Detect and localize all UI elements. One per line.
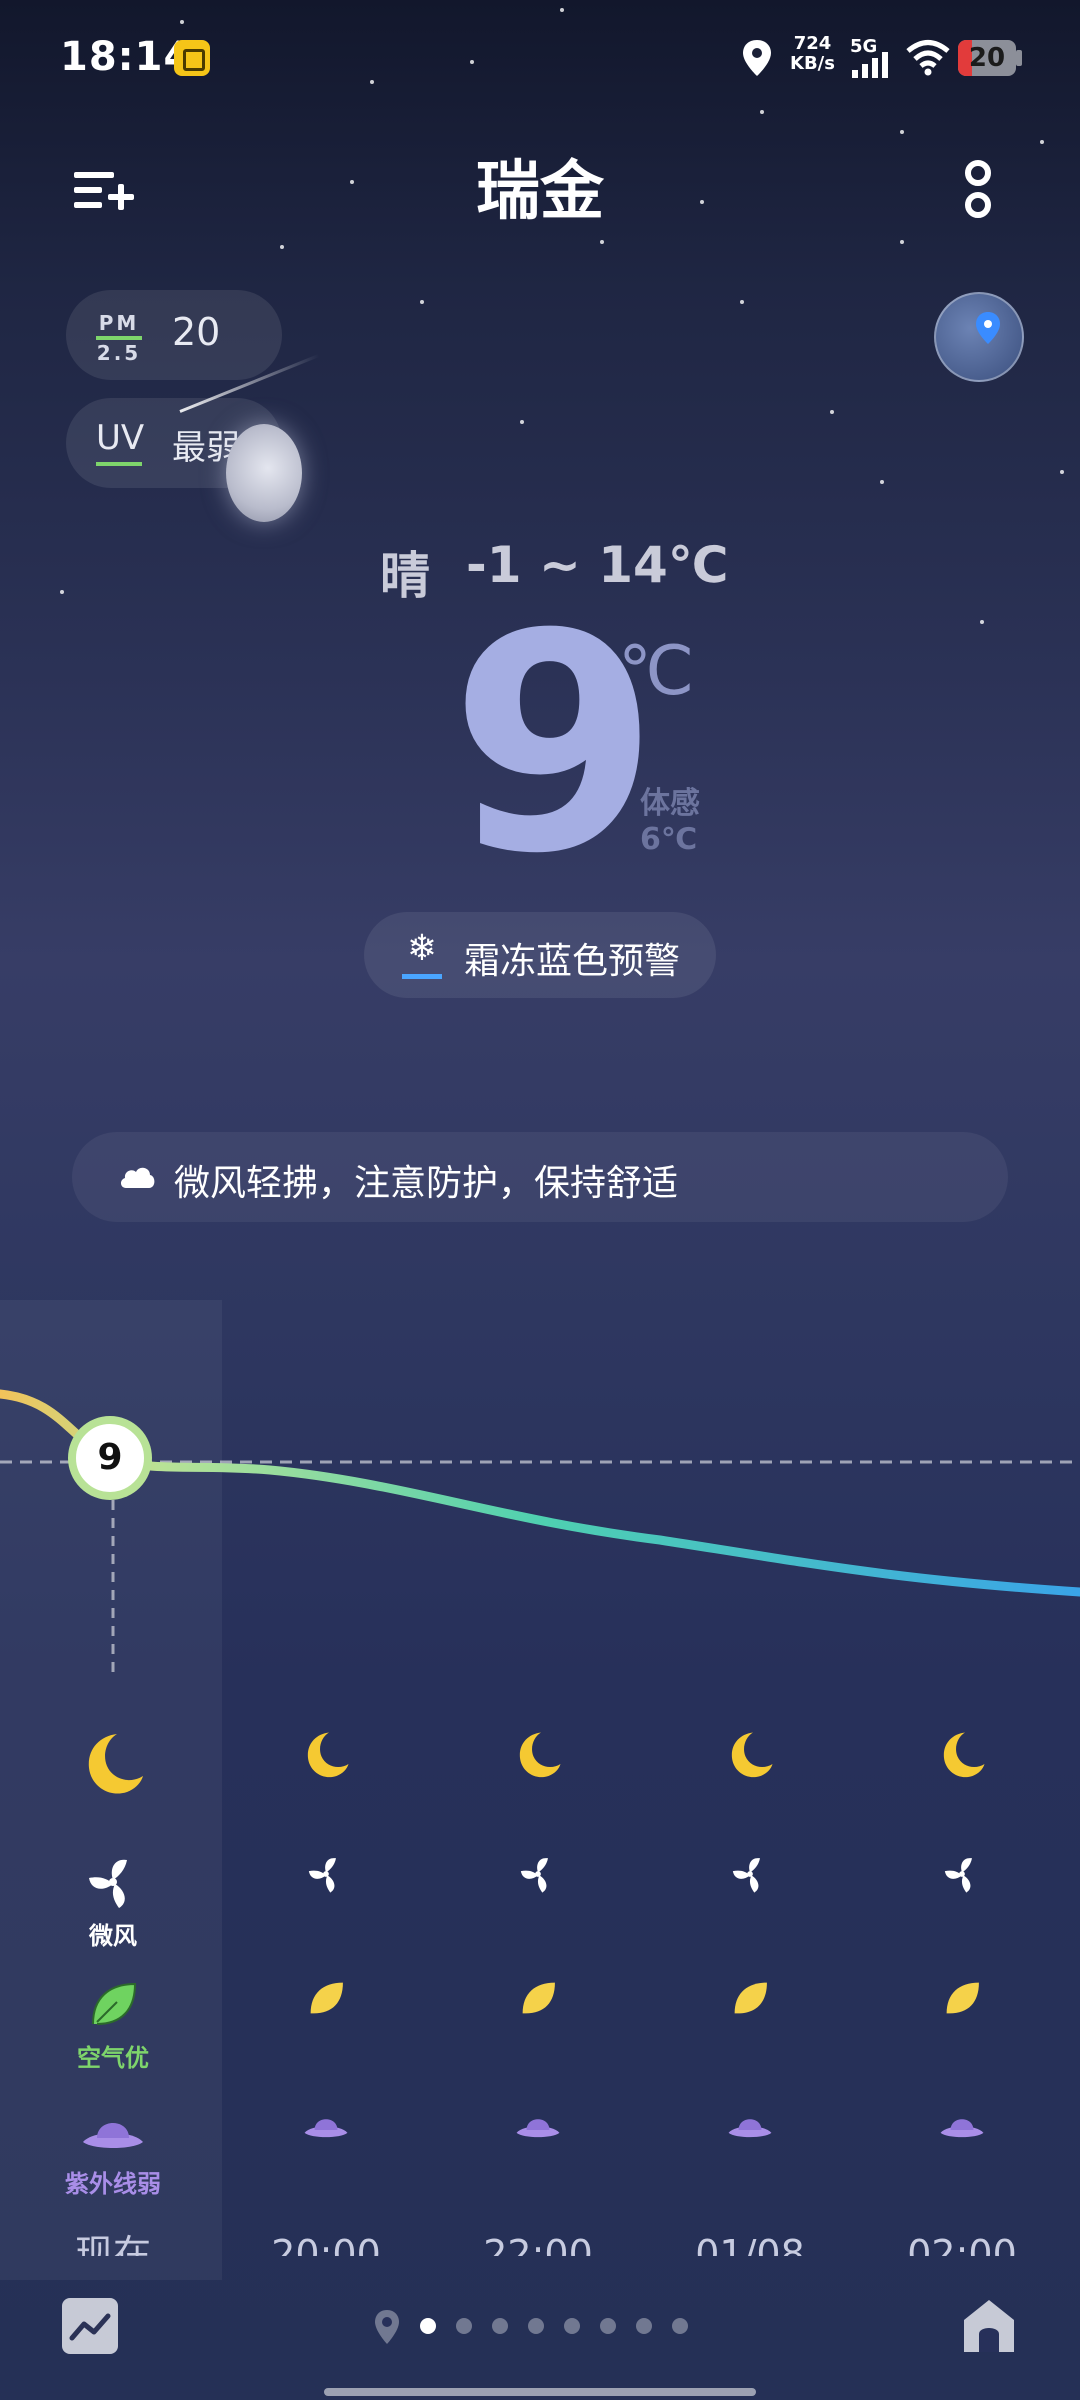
map-button[interactable] <box>934 292 1024 382</box>
trend-line-icon <box>69 2313 111 2341</box>
fan-wind-icon <box>944 1858 972 1893</box>
hourly-temperature-curve <box>0 1389 1080 1680</box>
hour-column-now[interactable]: 微风 空气优 紫外线弱 现在 <box>23 1720 203 2280</box>
alert-text: 霜冻蓝色预警 <box>464 941 681 982</box>
current-temp-marker: 9 <box>68 1416 152 1500</box>
sun-hat-icon <box>728 2119 772 2138</box>
uv-label: UV <box>96 418 145 458</box>
wind-label: 微风 <box>89 1922 137 1950</box>
notification-app-icon <box>174 40 210 76</box>
sun-hat-icon <box>516 2119 560 2138</box>
network-speed-value: 724 <box>793 33 832 54</box>
page-dot[interactable] <box>492 2318 508 2334</box>
leaf-icon <box>734 1982 767 2014</box>
map-pin-icon <box>976 312 1000 344</box>
leaf-icon <box>946 1982 979 2014</box>
more-options-button[interactable] <box>950 155 1006 225</box>
gesture-home-indicator[interactable] <box>324 2388 756 2396</box>
moon-icon <box>307 1732 349 1778</box>
moon-icon <box>943 1732 985 1778</box>
leaf-icon <box>310 1982 343 2014</box>
hour-time-label: 20:00 <box>271 2232 381 2256</box>
fan-wind-icon <box>308 1858 336 1893</box>
pm25-label-top: PM <box>98 311 140 335</box>
uv-index-label: 紫外线弱 <box>65 2170 161 2198</box>
moon-icon <box>88 1734 143 1794</box>
page-dot[interactable] <box>600 2318 616 2334</box>
tip-text: 微风轻拂，注意防护，保持舒适 <box>174 1163 679 1204</box>
moon-icon <box>731 1732 773 1778</box>
fan-wind-icon <box>89 1859 127 1908</box>
hour-time-label: 02:00 <box>907 2232 1017 2256</box>
signal-icon <box>852 52 888 78</box>
network-speed: 724 KB/s <box>790 34 835 74</box>
weather-alert-button[interactable]: ❄ 霜冻蓝色预警 <box>364 912 716 998</box>
temperature-unit: ℃ <box>618 632 695 711</box>
uv-label-underline <box>96 462 142 466</box>
city-manage-button[interactable] <box>70 160 140 220</box>
network-speed-unit: KB/s <box>790 53 835 74</box>
snowflake-icon: ❄ <box>406 928 438 969</box>
home-icon[interactable] <box>960 2296 1018 2356</box>
battery-level: 20 <box>968 43 1006 73</box>
leaf-icon <box>92 1982 137 2025</box>
wifi-icon <box>906 40 950 76</box>
page-dot[interactable] <box>456 2318 472 2334</box>
weather-condition: 晴 <box>380 547 430 605</box>
feels-like-label: 体感 <box>640 786 700 821</box>
alert-level-bar <box>402 974 442 979</box>
moon-icon <box>519 1732 561 1778</box>
hour-column[interactable]: 02:00 <box>872 1720 1052 2280</box>
page-location-icon <box>375 2310 399 2344</box>
pm25-label-bottom: 2.5 <box>96 341 142 365</box>
sun-hat-icon <box>304 2119 348 2138</box>
leaf-icon <box>522 1982 555 2014</box>
page-dot[interactable] <box>528 2318 544 2334</box>
fan-wind-icon <box>732 1858 760 1893</box>
location-status-icon <box>743 40 771 76</box>
status-time: 18:14 <box>60 34 193 80</box>
pm25-label: PM 2.5 <box>96 312 142 364</box>
page-dot[interactable] <box>420 2318 436 2334</box>
air-quality-label: 空气优 <box>77 2044 149 2072</box>
hour-time-label: 22:00 <box>483 2232 593 2256</box>
pm25-label-bar <box>96 336 142 340</box>
page-dot[interactable] <box>564 2318 580 2334</box>
hour-time-label: 01/08 <box>695 2232 805 2256</box>
sun-hat-icon <box>83 2123 143 2148</box>
hour-time-label: 现在 <box>74 2232 151 2256</box>
page-dot[interactable] <box>672 2318 688 2334</box>
pm25-value: 20 <box>172 310 221 354</box>
pm25-pill[interactable]: PM 2.5 20 <box>66 290 282 380</box>
fan-wind-icon <box>520 1858 548 1893</box>
feels-like-value: 6℃ <box>640 822 698 857</box>
sun-hat-icon <box>940 2119 984 2138</box>
hour-column[interactable]: 22:00 <box>448 1720 628 2280</box>
battery-icon: 20 <box>958 40 1016 76</box>
weather-tip-bar[interactable]: 微风轻拂，注意防护，保持舒适 <box>72 1132 1008 1222</box>
battery-tip <box>1016 50 1022 66</box>
hour-column[interactable]: 20:00 <box>236 1720 416 2280</box>
cloud-icon <box>120 1167 155 1188</box>
trend-chart-button[interactable] <box>62 2298 118 2354</box>
city-title: 瑞金 <box>476 155 604 229</box>
page-dot[interactable] <box>636 2318 652 2334</box>
moon-image <box>226 424 302 522</box>
hour-column[interactable]: 01/08 <box>660 1720 840 2280</box>
